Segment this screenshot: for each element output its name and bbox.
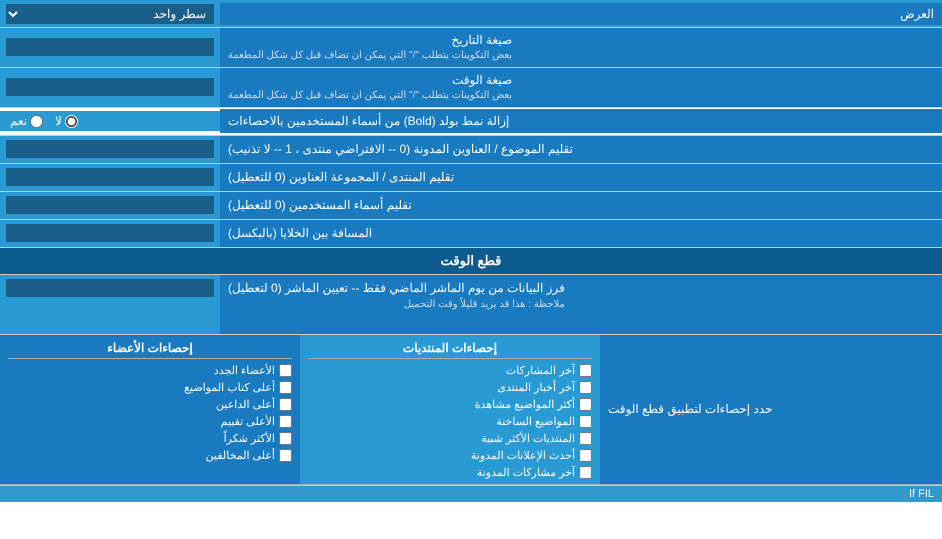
- col2-item-4: الأكثر شكراً: [224, 432, 275, 445]
- col2-check-2[interactable]: [279, 398, 292, 411]
- usernames-input[interactable]: 0: [6, 196, 214, 214]
- date-format-title: صيغة التاريخ: [228, 32, 512, 49]
- col2-item-1: أعلى كتاب المواضيع: [184, 381, 275, 394]
- col2-item-0: الأعضاء الجدد: [214, 364, 275, 377]
- col1-item-5: أحدث الإعلانات المدونة: [471, 449, 575, 462]
- col2-check-4[interactable]: [279, 432, 292, 445]
- cutoff-row: فرز البيانات من يوم الماشر الماضي فقط --…: [0, 275, 942, 335]
- spacing-input-area: 2: [0, 220, 220, 247]
- bold-remove-row: إزالة نمط بولد (Bold) من أسماء المستخدمي…: [0, 108, 942, 136]
- list-item: أحدث الإعلانات المدونة: [308, 447, 592, 464]
- cutoff-sublabel: ملاحظة : هذا قد يزيد قليلاً وقت التحميل: [228, 297, 565, 312]
- display-select-area[interactable]: سطر واحد سطرين ثلاثة أسطر: [0, 1, 220, 27]
- bold-yes-label[interactable]: نعم: [10, 114, 43, 128]
- spacing-input[interactable]: 2: [6, 224, 214, 242]
- bold-yes-radio[interactable]: [30, 115, 43, 128]
- cutoff-title: فرز البيانات من يوم الماشر الماضي فقط --…: [228, 279, 565, 297]
- cutoff-input[interactable]: 0: [6, 279, 214, 297]
- col2-item-5: أعلى المخالفين: [206, 449, 275, 462]
- col2-check-3[interactable]: [279, 415, 292, 428]
- date-format-sublabel: بعض التكوينات يتطلب "/" التي يمكن ان تضا…: [228, 49, 512, 63]
- col2-item-2: أعلى الداعين: [216, 398, 275, 411]
- list-item: أعلى كتاب المواضيع: [8, 379, 292, 396]
- col2-header: إحصاءات الأعضاء: [8, 338, 292, 359]
- display-select[interactable]: سطر واحد سطرين ثلاثة أسطر: [6, 4, 214, 24]
- date-format-label: صيغة التاريخ بعض التكوينات يتطلب "/" الت…: [220, 28, 942, 67]
- col1-item-3: المواضيع الساخنة: [496, 415, 575, 428]
- cutoff-label: فرز البيانات من يوم الماشر الماضي فقط --…: [220, 275, 942, 334]
- list-item: المنتديات الأكثر شبية: [308, 430, 592, 447]
- forum-titles-label: تقليم المنتدى / المجموعة العناوين (0 للت…: [220, 164, 942, 191]
- col1-check-5[interactable]: [579, 449, 592, 462]
- col1-item-2: أكثر المواضيع مشاهدة: [475, 398, 575, 411]
- topics-titles-input-area: 33: [0, 136, 220, 163]
- forum-titles-input[interactable]: 33: [6, 168, 214, 186]
- usernames-row: تقليم أسماء المستخدمين (0 للتعطيل) 0: [0, 192, 942, 220]
- topics-titles-label: تقليم الموضوع / العناوين المدونة (0 -- ا…: [220, 136, 942, 163]
- time-format-row: صيغة الوقت بعض التكوينات يتطلب "/" التي …: [0, 68, 942, 108]
- list-item: آخر المشاركات: [308, 362, 592, 379]
- usernames-input-area: 0: [0, 192, 220, 219]
- forum-titles-input-area: 33: [0, 164, 220, 191]
- topics-titles-input[interactable]: 33: [6, 140, 214, 158]
- topics-titles-row: تقليم الموضوع / العناوين المدونة (0 -- ا…: [0, 136, 942, 164]
- col1-check-1[interactable]: [579, 381, 592, 394]
- col1-check-3[interactable]: [579, 415, 592, 428]
- time-section-header: قطع الوقت: [0, 248, 942, 275]
- list-item: الأعضاء الجدد: [8, 362, 292, 379]
- forum-titles-row: تقليم المنتدى / المجموعة العناوين (0 للت…: [0, 164, 942, 192]
- cutoff-input-area: 0: [0, 275, 220, 334]
- bold-remove-label: إزالة نمط بولد (Bold) من أسماء المستخدمي…: [220, 109, 942, 134]
- date-format-input-area: d-m: [0, 28, 220, 67]
- display-label: العرض: [220, 3, 942, 25]
- stats-label: حدد إحصاءات لتطبيق قطع الوقت: [600, 335, 942, 484]
- bold-no-radio[interactable]: [65, 115, 78, 128]
- bold-remove-radio-area: لا نعم: [0, 111, 220, 131]
- col1-check-2[interactable]: [579, 398, 592, 411]
- bold-no-label[interactable]: لا: [55, 114, 78, 128]
- col1-check-0[interactable]: [579, 364, 592, 377]
- col1-item-6: آخر مشاركات المدونة: [477, 466, 575, 479]
- col1-header-area: إحصاءات المنتديات آخر المشاركات آخر أخبا…: [300, 335, 600, 484]
- date-format-row: صيغة التاريخ بعض التكوينات يتطلب "/" الت…: [0, 28, 942, 68]
- col1-header: إحصاءات المنتديات: [308, 338, 592, 359]
- list-item: الأعلى تقييم: [8, 413, 292, 430]
- note-text: If FIL: [909, 488, 934, 500]
- time-format-input[interactable]: H:i: [6, 78, 214, 96]
- col2-check-1[interactable]: [279, 381, 292, 394]
- col1-item-0: آخر المشاركات: [506, 364, 575, 377]
- date-format-input[interactable]: d-m: [6, 38, 214, 56]
- list-item: أعلى الداعين: [8, 396, 292, 413]
- top-display-row: العرض سطر واحد سطرين ثلاثة أسطر: [0, 0, 942, 28]
- list-item: الأكثر شكراً: [8, 430, 292, 447]
- main-container: العرض سطر واحد سطرين ثلاثة أسطر صيغة الت…: [0, 0, 942, 502]
- spacing-label: المسافة بين الخلايا (بالبكسل): [220, 220, 942, 247]
- checkboxes-section: حدد إحصاءات لتطبيق قطع الوقت إحصاءات الم…: [0, 335, 942, 486]
- spacing-row: المسافة بين الخلايا (بالبكسل) 2: [0, 220, 942, 248]
- time-format-input-area: H:i: [0, 68, 220, 107]
- col1-item-4: المنتديات الأكثر شبية: [481, 432, 575, 445]
- list-item: آخر مشاركات المدونة: [308, 464, 592, 481]
- col2-check-0[interactable]: [279, 364, 292, 377]
- checkboxes-header: حدد إحصاءات لتطبيق قطع الوقت إحصاءات الم…: [0, 335, 942, 485]
- col1-check-6[interactable]: [579, 466, 592, 479]
- bottom-note: If FIL: [0, 486, 942, 502]
- time-format-title: صيغة الوقت: [228, 72, 512, 89]
- list-item: أكثر المواضيع مشاهدة: [308, 396, 592, 413]
- col2-header-area: إحصاءات الأعضاء الأعضاء الجدد أعلى كتاب …: [0, 335, 300, 484]
- usernames-label: تقليم أسماء المستخدمين (0 للتعطيل): [220, 192, 942, 219]
- col2-check-5[interactable]: [279, 449, 292, 462]
- col1-check-4[interactable]: [579, 432, 592, 445]
- list-item: أعلى المخالفين: [8, 447, 292, 464]
- col2-item-3: الأعلى تقييم: [221, 415, 275, 428]
- col1-item-1: آخر أخبار المنتدى: [497, 381, 575, 394]
- checkboxes-cols-header: إحصاءات المنتديات آخر المشاركات آخر أخبا…: [0, 335, 600, 484]
- time-format-sublabel: بعض التكوينات يتطلب "/" التي يمكن ان تضا…: [228, 89, 512, 103]
- list-item: آخر أخبار المنتدى: [308, 379, 592, 396]
- list-item: المواضيع الساخنة: [308, 413, 592, 430]
- time-format-label: صيغة الوقت بعض التكوينات يتطلب "/" التي …: [220, 68, 942, 107]
